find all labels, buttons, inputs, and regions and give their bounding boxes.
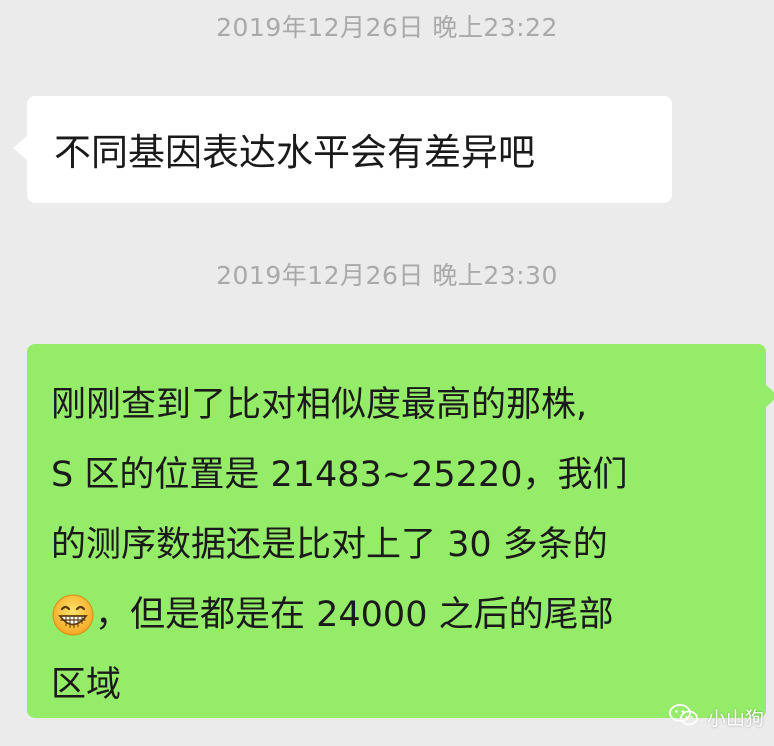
message-line: 刚刚查到了比对相似度最高的那株,	[51, 385, 588, 425]
message-line: 区域	[51, 665, 122, 705]
incoming-message-bubble[interactable]: 不同基因表达水平会有差异吧	[13, 96, 672, 203]
message-line-with-emoji: ，但是都是在 24000 之后的尾部	[51, 580, 752, 650]
wechat-icon	[669, 703, 699, 732]
message-text: 不同基因表达水平会有差异吧	[54, 131, 535, 174]
message-timestamp: 2019年12月26日 晚上23:30	[216, 261, 558, 290]
watermark-text: 小山狗	[706, 708, 764, 730]
message-timestamp: 2019年12月26日 晚上23:22	[216, 13, 558, 42]
message-line: S 区的位置是 21483~25220，我们	[51, 455, 628, 495]
watermark: 小山狗	[669, 703, 764, 732]
message-line: 的测序数据还是比对上了 30 多条的	[51, 525, 608, 565]
outgoing-message-bubble[interactable]: 刚刚查到了比对相似度最高的那株, S 区的位置是 21483~25220，我们 …	[27, 344, 774, 718]
grinning-face-emoji-icon	[51, 591, 95, 636]
message-line: ，但是都是在 24000 之后的尾部	[95, 595, 614, 635]
